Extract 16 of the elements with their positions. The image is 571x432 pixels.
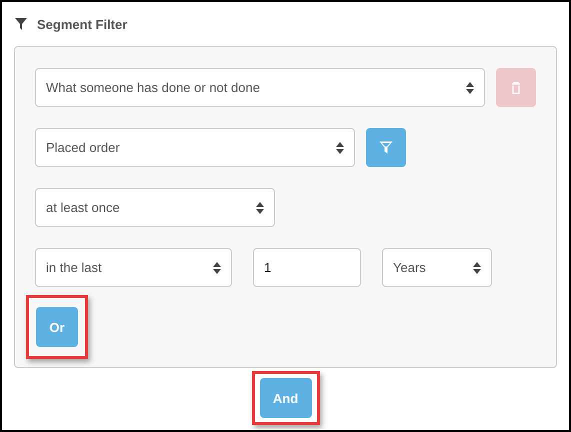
filter-icon — [379, 141, 393, 154]
filter-icon — [15, 18, 27, 30]
sort-icon — [466, 82, 474, 94]
section-title: Segment Filter — [37, 16, 128, 32]
trash-icon — [511, 82, 522, 94]
sort-icon — [473, 262, 481, 274]
sort-icon — [213, 262, 221, 274]
dropdown[interactable]: What someone has done or not done — [35, 68, 486, 107]
sort-icon — [256, 202, 264, 214]
dropdown[interactable]: Placed order — [35, 128, 355, 167]
dropdown[interactable]: at least once — [35, 188, 275, 227]
filter-button[interactable] — [366, 128, 406, 167]
sort-icon — [336, 142, 344, 154]
dropdown[interactable]: in the last — [35, 248, 232, 287]
dropdown[interactable]: Years — [382, 248, 492, 287]
number-field[interactable]: 1 — [253, 248, 361, 287]
